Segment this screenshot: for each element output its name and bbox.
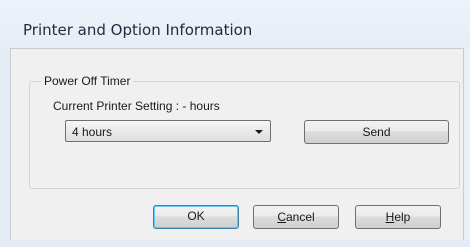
send-button[interactable]: Send (304, 120, 449, 144)
window-title: Printer and Option Information (23, 21, 253, 39)
current-setting-label: Current Printer Setting : - hours (53, 99, 220, 113)
window-frame-bottom (0, 240, 470, 247)
dropdown-selected-value: 4 hours (72, 125, 113, 139)
cancel-label-rest: ancel (285, 210, 315, 224)
group-label: Power Off Timer (41, 74, 134, 88)
title-bar[interactable]: Printer and Option Information (0, 0, 470, 48)
ok-button[interactable]: OK (153, 205, 239, 229)
power-off-timer-group: Power Off Timer Current Printer Setting … (29, 74, 460, 189)
cancel-mnemonic: C (277, 210, 286, 224)
power-off-timer-dropdown[interactable]: 4 hours (65, 120, 271, 142)
help-button[interactable]: Help (355, 205, 441, 229)
help-label-rest: elp (394, 210, 411, 224)
cancel-button[interactable]: Cancel (253, 205, 339, 229)
chevron-down-icon (255, 130, 263, 134)
dialog-window: Printer and Option Information Power Off… (0, 0, 470, 247)
dialog-content: Power Off Timer Current Printer Setting … (10, 48, 464, 242)
